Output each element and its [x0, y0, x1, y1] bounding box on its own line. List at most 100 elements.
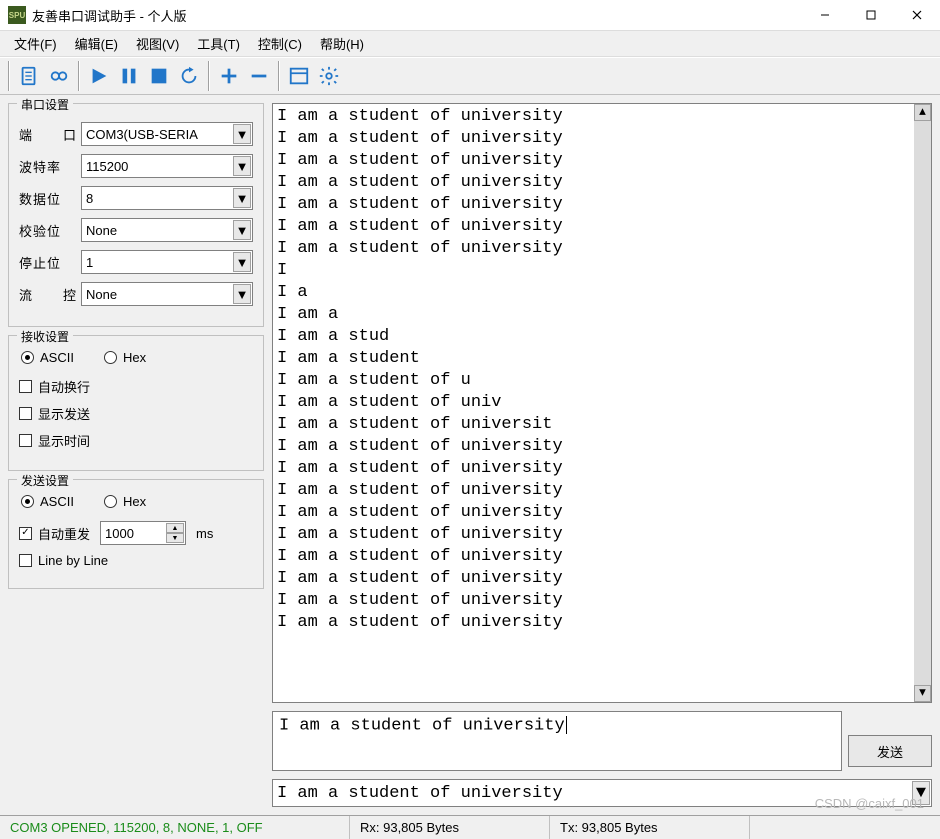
menu-view[interactable]: 视图(V)	[128, 30, 187, 57]
output-line: I am a student of university	[277, 436, 927, 458]
port-combo[interactable]: COM3(USB-SERIA▼	[81, 122, 253, 146]
baud-label: 波特率	[19, 157, 77, 176]
line-by-line-checkbox[interactable]: Line by Line	[19, 553, 253, 568]
toolbar	[0, 57, 940, 95]
menu-tools[interactable]: 工具(T)	[189, 30, 248, 57]
minimize-button[interactable]	[802, 0, 848, 31]
show-time-checkbox[interactable]: 显示时间	[19, 431, 253, 450]
checkbox-icon	[19, 527, 32, 540]
record-button[interactable]	[44, 61, 74, 91]
play-button[interactable]	[84, 61, 114, 91]
chevron-down-icon: ▼	[233, 188, 251, 208]
output-line: I am a student of university	[277, 524, 927, 546]
auto-wrap-checkbox[interactable]: 自动换行	[19, 377, 253, 396]
recv-hex-radio[interactable]: Hex	[104, 350, 146, 365]
menu-file[interactable]: 文件(F)	[6, 30, 65, 57]
baud-combo[interactable]: 115200▼	[81, 154, 253, 178]
send-button[interactable]: 发送	[848, 735, 932, 767]
menu-edit[interactable]: 编辑(E)	[67, 30, 126, 57]
output-line: I am a student of university	[277, 458, 927, 480]
output-line: I am a student of u	[277, 370, 927, 392]
parity-combo[interactable]: None▼	[81, 218, 253, 242]
scroll-up-icon[interactable]: ▴	[914, 104, 931, 121]
output-line: I am a student of university	[277, 612, 927, 634]
serial-settings-legend: 串口设置	[17, 96, 73, 113]
recv-settings-group: 接收设置 ASCII Hex 自动换行 显示发送 显示时间	[8, 335, 264, 471]
radio-icon	[21, 351, 34, 364]
menu-help[interactable]: 帮助(H)	[312, 30, 372, 57]
output-area[interactable]: I am a student of universityI am a stude…	[272, 103, 932, 703]
chevron-down-icon: ▼	[233, 124, 251, 144]
parity-label: 校验位	[19, 221, 77, 240]
output-line: I am a student of university	[277, 502, 927, 524]
settings-button[interactable]	[314, 61, 344, 91]
scroll-down-icon[interactable]: ▾	[914, 685, 931, 702]
chevron-down-icon: ▼	[233, 252, 251, 272]
send-hex-radio[interactable]: Hex	[104, 494, 146, 509]
pause-button[interactable]	[114, 61, 144, 91]
output-line: I am a student of university	[277, 480, 927, 502]
send-text-input[interactable]: I am a student of university	[272, 711, 842, 771]
chevron-down-icon: ▼	[233, 284, 251, 304]
window-button[interactable]	[284, 61, 314, 91]
close-button[interactable]	[894, 0, 940, 31]
watermark: CSDN @caixf_001	[815, 796, 924, 811]
output-line: I am a student of university	[277, 194, 927, 216]
output-line: I am a student of univ	[277, 392, 927, 414]
menu-control[interactable]: 控制(C)	[250, 30, 310, 57]
menubar: 文件(F) 编辑(E) 视图(V) 工具(T) 控制(C) 帮助(H)	[0, 31, 940, 57]
show-send-checkbox[interactable]: 显示发送	[19, 404, 253, 423]
auto-resend-checkbox[interactable]: 自动重发 1000 ▲▼ ms	[19, 521, 253, 545]
status-tx: Tx: 93,805 Bytes	[550, 816, 750, 839]
ms-label: ms	[196, 526, 213, 541]
radio-icon	[21, 495, 34, 508]
send-settings-legend: 发送设置	[17, 472, 73, 489]
titlebar: SPU 友善串口调试助手 - 个人版	[0, 0, 940, 31]
app-icon: SPU	[8, 6, 26, 24]
refresh-button[interactable]	[174, 61, 204, 91]
output-line: I am a student of universit	[277, 414, 927, 436]
checkbox-icon	[19, 554, 32, 567]
output-line: I am a stud	[277, 326, 927, 348]
output-line: I am a student of university	[277, 128, 927, 150]
new-doc-button[interactable]	[14, 61, 44, 91]
statusbar: COM3 OPENED, 115200, 8, NONE, 1, OFF Rx:…	[0, 815, 940, 839]
recv-settings-legend: 接收设置	[17, 328, 73, 345]
radio-icon	[104, 495, 117, 508]
chevron-down-icon[interactable]: ▼	[166, 533, 184, 543]
stopbits-label: 停止位	[19, 253, 77, 272]
output-line: I am a student of university	[277, 106, 927, 128]
stop-button[interactable]	[144, 61, 174, 91]
resend-interval-input[interactable]: 1000 ▲▼	[100, 521, 186, 545]
remove-button[interactable]	[244, 61, 274, 91]
output-line: I am a student	[277, 348, 927, 370]
checkbox-icon	[19, 380, 32, 393]
send-ascii-radio[interactable]: ASCII	[21, 494, 74, 509]
send-settings-group: 发送设置 ASCII Hex 自动重发 1000 ▲▼ ms Line by L…	[8, 479, 264, 589]
chevron-down-icon: ▼	[233, 156, 251, 176]
vertical-scrollbar[interactable]: ▴ ▾	[914, 104, 931, 702]
output-line: I am a	[277, 304, 927, 326]
status-rx: Rx: 93,805 Bytes	[350, 816, 550, 839]
flow-combo[interactable]: None▼	[81, 282, 253, 306]
port-label: 端口	[19, 125, 77, 144]
output-line: I am a student of university	[277, 568, 927, 590]
add-button[interactable]	[214, 61, 244, 91]
stopbits-combo[interactable]: 1▼	[81, 250, 253, 274]
output-line: I	[277, 260, 927, 282]
databits-combo[interactable]: 8▼	[81, 186, 253, 210]
window-title: 友善串口调试助手 - 个人版	[32, 6, 802, 25]
checkbox-icon	[19, 434, 32, 447]
radio-icon	[104, 351, 117, 364]
checkbox-icon	[19, 407, 32, 420]
maximize-button[interactable]	[848, 0, 894, 31]
output-line: I am a student of university	[277, 546, 927, 568]
databits-label: 数据位	[19, 189, 77, 208]
output-line: I am a student of university	[277, 590, 927, 612]
recv-ascii-radio[interactable]: ASCII	[21, 350, 74, 365]
chevron-up-icon[interactable]: ▲	[166, 523, 184, 533]
status-connection: COM3 OPENED, 115200, 8, NONE, 1, OFF	[0, 816, 350, 839]
output-line: I am a student of university	[277, 216, 927, 238]
flow-label: 流控	[19, 285, 77, 304]
output-line: I am a student of university	[277, 150, 927, 172]
